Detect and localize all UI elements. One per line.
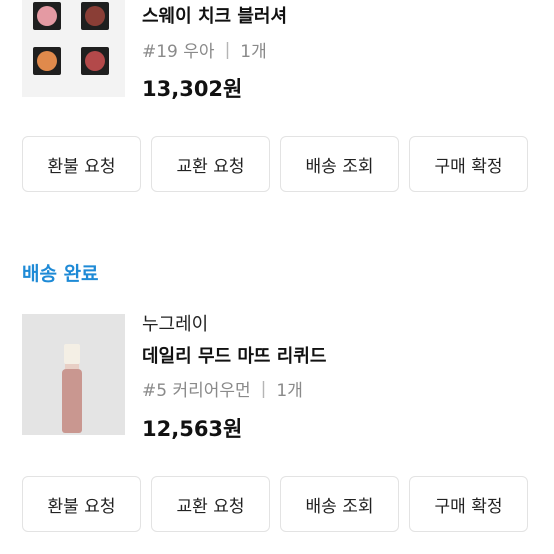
track-delivery-button[interactable]: 배송 조회 bbox=[280, 476, 399, 532]
confirm-purchase-button[interactable]: 구매 확정 bbox=[409, 136, 528, 192]
product-name[interactable]: 데일리 무드 마뜨 리퀴드 bbox=[142, 342, 326, 368]
order-status: 배송 완료 bbox=[22, 263, 99, 285]
blush-compact-2 bbox=[81, 2, 109, 30]
quantity-label: 1개 bbox=[276, 381, 303, 401]
refund-request-button[interactable]: 환불 요청 bbox=[22, 136, 141, 192]
brand-name[interactable]: 누그레이 bbox=[142, 310, 208, 336]
blush-compact-3 bbox=[33, 47, 61, 75]
option-separator: | bbox=[260, 378, 267, 399]
exchange-request-button[interactable]: 교환 요청 bbox=[151, 136, 270, 192]
blush-compact-1 bbox=[33, 2, 61, 30]
quantity-label: 1개 bbox=[240, 42, 267, 62]
blush-compact-4 bbox=[81, 47, 109, 75]
track-delivery-button[interactable]: 배송 조회 bbox=[280, 136, 399, 192]
option-label: #19 우아 bbox=[142, 42, 215, 62]
product-thumbnail-blusher[interactable] bbox=[22, 0, 125, 97]
option-separator: | bbox=[224, 39, 231, 60]
product-option: #19 우아 | 1개 bbox=[142, 37, 267, 63]
product-price: 12,563원 bbox=[142, 417, 243, 441]
exchange-request-button[interactable]: 교환 요청 bbox=[151, 476, 270, 532]
confirm-purchase-button[interactable]: 구매 확정 bbox=[409, 476, 528, 532]
refund-request-button[interactable]: 환불 요청 bbox=[22, 476, 141, 532]
option-label: #5 커리어우먼 bbox=[142, 381, 251, 401]
product-name[interactable]: 스웨이 치크 블러셔 bbox=[142, 2, 287, 28]
product-price: 13,302원 bbox=[142, 77, 243, 101]
product-option: #5 커리어우먼 | 1개 bbox=[142, 376, 303, 402]
